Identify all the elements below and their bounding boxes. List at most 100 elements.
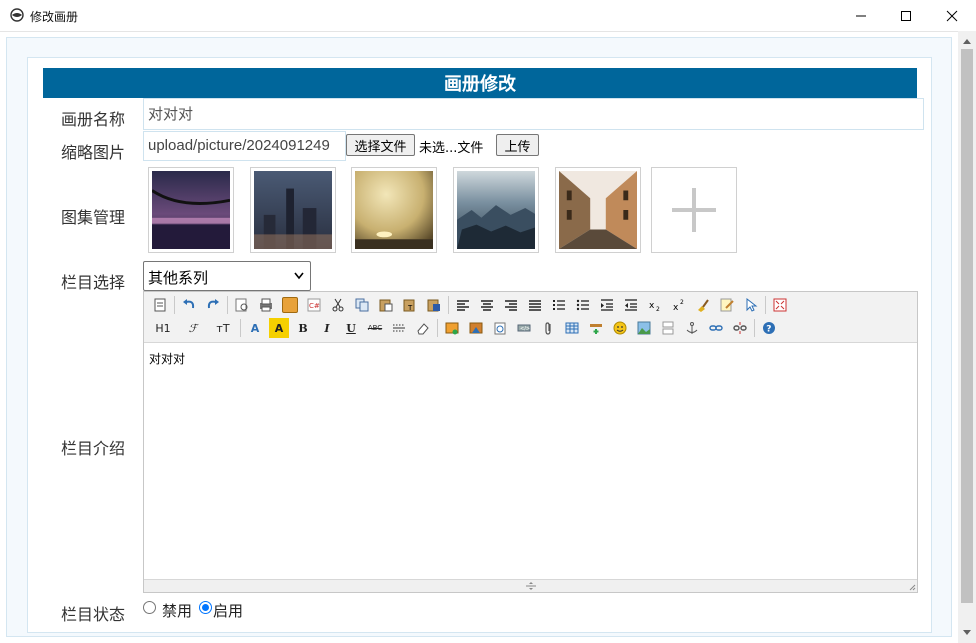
font-size-dropdown[interactable]: тT: [210, 318, 236, 338]
add-image-button[interactable]: [651, 167, 737, 253]
scroll-up-arrow-icon[interactable]: [958, 33, 976, 49]
insert-row-icon[interactable]: [586, 318, 606, 338]
horizontal-rule-icon[interactable]: [389, 318, 409, 338]
outdent-icon[interactable]: [621, 295, 641, 315]
align-center-icon[interactable]: [477, 295, 497, 315]
label-thumbnail: 缩略图片: [61, 143, 126, 162]
cut-icon[interactable]: [328, 295, 348, 315]
label-status: 栏目状态: [61, 605, 126, 624]
indent-icon[interactable]: [597, 295, 617, 315]
window-title: 修改画册: [30, 10, 79, 24]
strikethrough-button[interactable]: ABC: [365, 318, 385, 338]
align-right-icon[interactable]: [501, 295, 521, 315]
corner-resize-icon: [909, 584, 916, 591]
resize-handle-icon: [526, 582, 536, 590]
label-album-name: 画册名称: [61, 110, 126, 129]
foggy-river-image: [355, 171, 433, 249]
clear-format-icon[interactable]: [693, 295, 713, 315]
gallery-image-1[interactable]: [148, 167, 234, 253]
status-enabled-radio[interactable]: [199, 601, 212, 614]
unlink-icon[interactable]: [730, 318, 750, 338]
underline-button[interactable]: U: [341, 318, 361, 338]
thumbnail-path-input[interactable]: upload/picture/2024091249: [143, 131, 346, 161]
cursor-icon[interactable]: [741, 295, 761, 315]
align-left-icon[interactable]: [453, 295, 473, 315]
heading-dropdown[interactable]: H1: [150, 318, 176, 338]
help-icon[interactable]: ?: [759, 318, 779, 338]
scroll-down-arrow-icon[interactable]: [958, 625, 976, 641]
svg-text:?: ?: [766, 325, 771, 335]
anchor-icon[interactable]: [682, 318, 702, 338]
app-globe-icon: [10, 8, 24, 22]
fullscreen-icon[interactable]: [770, 295, 790, 315]
font-color-button[interactable]: A: [245, 318, 265, 338]
status-disabled-label: 禁用: [162, 602, 193, 620]
font-family-dropdown[interactable]: ℱ: [180, 318, 206, 338]
template-icon[interactable]: [280, 295, 300, 315]
label-intro: 栏目介绍: [61, 439, 126, 458]
preview-icon[interactable]: [232, 295, 252, 315]
ordered-list-icon[interactable]: [549, 295, 569, 315]
copy-icon[interactable]: [352, 295, 372, 315]
minimize-button[interactable]: [838, 0, 884, 31]
category-select[interactable]: 其他系列: [143, 261, 311, 291]
minimize-icon: [856, 15, 866, 16]
svg-text:T: T: [407, 304, 413, 312]
label-gallery: 图集管理: [61, 208, 126, 227]
insert-video-icon[interactable]: [490, 318, 510, 338]
close-button[interactable]: [929, 0, 975, 31]
eraser-icon[interactable]: [413, 318, 433, 338]
album-name-input[interactable]: 对对对: [143, 98, 924, 130]
rich-text-editor[interactable]: C# T x2 x2 H1 ℱ тT A A B I U ABC </> ? 对…: [143, 291, 918, 593]
gallery-image-2[interactable]: [250, 167, 336, 253]
insert-table-icon[interactable]: [562, 318, 582, 338]
gallery-image-5[interactable]: [555, 167, 641, 253]
undo-icon[interactable]: [179, 295, 199, 315]
page-break-icon[interactable]: [658, 318, 678, 338]
insert-code-icon[interactable]: </>: [514, 318, 534, 338]
toolbar-row-2: H1 ℱ тT A A B I U ABC </> ?: [150, 317, 783, 339]
status-disabled-radio[interactable]: [143, 601, 156, 614]
justify-icon[interactable]: [525, 295, 545, 315]
gallery-image-4[interactable]: [453, 167, 539, 253]
editor-content[interactable]: 对对对: [149, 350, 185, 367]
close-icon: [946, 10, 958, 21]
narrow-street-image: [559, 171, 637, 249]
emoji-icon[interactable]: [610, 318, 630, 338]
image-gallery-icon[interactable]: [634, 318, 654, 338]
vertical-scrollbar[interactable]: [958, 31, 976, 643]
maximize-button[interactable]: [883, 0, 929, 31]
paste-text-icon[interactable]: T: [400, 295, 420, 315]
highlight-button[interactable]: A: [269, 318, 289, 338]
insert-multi-image-icon[interactable]: [466, 318, 486, 338]
gallery-image-3[interactable]: [351, 167, 437, 253]
print-icon[interactable]: [256, 295, 276, 315]
italic-button[interactable]: I: [317, 318, 337, 338]
choose-file-button[interactable]: 选择文件: [346, 134, 415, 156]
status-enabled-label: 启用: [213, 602, 244, 620]
svg-text:x: x: [649, 301, 655, 311]
scrollbar-thumb[interactable]: [961, 49, 973, 603]
redo-icon[interactable]: [203, 295, 223, 315]
source-icon[interactable]: [150, 295, 170, 315]
chevron-down-icon: [294, 272, 304, 280]
select-all-icon[interactable]: [717, 295, 737, 315]
insert-image-icon[interactable]: [442, 318, 462, 338]
paste-word-icon[interactable]: [424, 295, 444, 315]
bold-button[interactable]: B: [293, 318, 313, 338]
editor-resize-bar[interactable]: [144, 579, 917, 592]
paste-icon[interactable]: [376, 295, 396, 315]
maximize-icon: [901, 10, 911, 21]
old-town-rooftops-image: [457, 171, 535, 249]
code-icon[interactable]: C#: [304, 295, 324, 315]
window-titlebar: 修改画册: [0, 0, 976, 32]
toolbar-row-1: C# T x2 x2: [150, 294, 794, 316]
upload-button[interactable]: 上传: [496, 134, 539, 156]
unordered-list-icon[interactable]: [573, 295, 593, 315]
superscript-icon[interactable]: x2: [669, 295, 689, 315]
bridge-night-image: [151, 171, 231, 249]
subscript-icon[interactable]: x2: [645, 295, 665, 315]
attachment-icon[interactable]: [538, 318, 558, 338]
svg-text:</>: </>: [520, 326, 530, 332]
link-icon[interactable]: [706, 318, 726, 338]
